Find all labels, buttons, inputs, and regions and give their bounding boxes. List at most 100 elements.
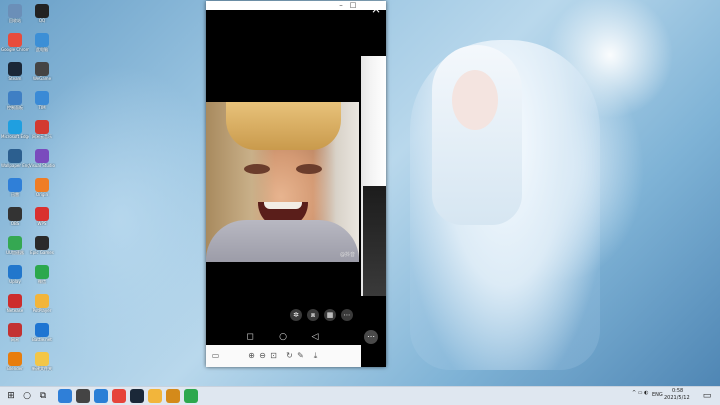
desktop-icon[interactable]: OBS bbox=[1, 207, 29, 226]
minimize-icon[interactable]: – bbox=[336, 1, 346, 10]
desktop-icon[interactable]: PotPlayer bbox=[28, 294, 56, 313]
desktop-icon-label: Visual Studio bbox=[29, 163, 55, 168]
recents-icon[interactable]: ◻ bbox=[244, 331, 256, 343]
close-icon[interactable]: × bbox=[369, 2, 383, 16]
desktop-icon[interactable]: Uplay bbox=[1, 265, 29, 284]
desktop-icon-label: Steam bbox=[8, 76, 22, 81]
app-icon bbox=[8, 4, 22, 18]
desktop-icon[interactable]: Microsoft Edge bbox=[1, 120, 29, 139]
rotate-icon[interactable]: ↻ bbox=[284, 350, 295, 361]
app-icon bbox=[8, 323, 22, 337]
fit-icon[interactable]: ⊡ bbox=[268, 350, 279, 361]
desktop-icon[interactable]: 迅雷 bbox=[1, 178, 29, 197]
app-icon bbox=[35, 120, 49, 134]
download-icon[interactable]: ⤓ bbox=[310, 350, 321, 361]
app-icon bbox=[8, 265, 22, 279]
bottom-toolbar: ▭ ⊕ ⊖ ⊡ ↻ ✎ ⤓ bbox=[206, 345, 361, 367]
window-titlebar[interactable]: – □ bbox=[206, 1, 386, 10]
desktop-icon-label: 此电脑 bbox=[36, 47, 48, 52]
maximize-icon[interactable]: □ bbox=[348, 1, 358, 10]
video-watermark: @抖音 bbox=[339, 252, 355, 258]
desktop-icon-label: Netease bbox=[6, 308, 24, 313]
desktop-icon[interactable]: TIM bbox=[28, 91, 56, 110]
desktop-icon[interactable]: 网易 bbox=[1, 323, 29, 342]
taskbar-app-icon[interactable] bbox=[184, 389, 198, 403]
app-icon bbox=[8, 236, 22, 250]
desktop-icon[interactable]: 此电脑 bbox=[28, 33, 56, 52]
desktop-icon-label: Origin bbox=[35, 192, 49, 197]
app-icon bbox=[35, 236, 49, 250]
desktop-icon-label: Wallpaper Engine bbox=[1, 163, 29, 168]
tray-icons[interactable]: ^ ▭ ◐ bbox=[632, 390, 648, 396]
desktop-icon[interactable]: Blender bbox=[1, 352, 29, 371]
task-view-icon[interactable]: ⧉ bbox=[36, 389, 50, 403]
desktop-icon-label: WPS bbox=[37, 221, 47, 226]
taskbar-app-icon[interactable] bbox=[130, 389, 144, 403]
phone-screen[interactable]: @抖音 bbox=[206, 10, 361, 345]
more-button[interactable]: ⋯ bbox=[364, 330, 378, 344]
tray-lang[interactable]: ENG bbox=[652, 392, 663, 398]
back-icon[interactable]: ◁ bbox=[309, 331, 321, 343]
desktop-icon-label: 控制面板 bbox=[7, 105, 23, 110]
app-icon bbox=[8, 120, 22, 134]
desktop-icon-label: Epic Games bbox=[30, 250, 54, 255]
taskbar-app-icon[interactable] bbox=[112, 389, 126, 403]
zoom-in-icon[interactable]: ⊕ bbox=[246, 350, 257, 361]
edit-icon[interactable]: ✎ bbox=[295, 350, 306, 361]
app-icon bbox=[35, 91, 49, 105]
desktop-icon[interactable]: Battle.net bbox=[28, 323, 56, 342]
app-icon bbox=[8, 294, 22, 308]
app-icon bbox=[35, 294, 49, 308]
app-icon bbox=[35, 352, 49, 366]
desktop-icon-label: 微信 bbox=[38, 279, 46, 284]
desktop-icon[interactable]: Wallpaper Engine bbox=[1, 149, 29, 168]
taskbar-app-icon[interactable] bbox=[94, 389, 108, 403]
app-icon bbox=[35, 178, 49, 192]
grid-icon[interactable]: ▦ bbox=[324, 309, 336, 321]
camera-icon[interactable]: ⧈ bbox=[307, 309, 319, 321]
desktop-icon[interactable]: WPS bbox=[28, 207, 56, 226]
desktop-icon-label: Microsoft Edge bbox=[1, 134, 29, 139]
desktop-icon-label: QQ bbox=[38, 18, 46, 23]
app-icon bbox=[8, 33, 22, 47]
notification-icon[interactable]: ▭ bbox=[700, 389, 714, 403]
desktop-icon[interactable]: Google Chrome bbox=[1, 33, 29, 52]
screen-icon[interactable]: ▭ bbox=[210, 350, 221, 361]
desktop-icon[interactable]: Epic Games bbox=[28, 236, 56, 255]
clock-date[interactable]: 2021/5/12 bbox=[664, 395, 690, 401]
desktop-icon-label: Uplay bbox=[9, 279, 21, 284]
settings-icon[interactable]: ✲ bbox=[290, 309, 302, 321]
desktop-icon[interactable]: 网易云音乐 bbox=[28, 120, 56, 139]
desktop-icon-label: UU加速器 bbox=[6, 250, 24, 255]
desktop-icon[interactable]: Netease bbox=[1, 294, 29, 313]
taskbar: ⊞ ○ ⧉ ^ ▭ ◐ ENG 0:58 2021/5/12 ▭ bbox=[0, 386, 720, 405]
taskbar-app-icon[interactable] bbox=[76, 389, 90, 403]
zoom-out-icon[interactable]: ⊖ bbox=[257, 350, 268, 361]
taskbar-app-icon[interactable] bbox=[166, 389, 180, 403]
desktop-icon-grid: 回收站 QQ Google Chrome 此电脑 Steam WeGame 控制面板 TIM M… bbox=[0, 0, 60, 386]
more-options-icon[interactable]: ⋯ bbox=[341, 309, 353, 321]
desktop-icon[interactable]: 微信 bbox=[28, 265, 56, 284]
taskbar-app-icon[interactable] bbox=[58, 389, 72, 403]
home-icon[interactable]: ○ bbox=[277, 331, 289, 343]
app-icon bbox=[35, 207, 49, 221]
desktop-icon[interactable]: 回收站 bbox=[1, 4, 29, 23]
desktop-icon[interactable]: 控制面板 bbox=[1, 91, 29, 110]
desktop-icon[interactable]: Origin bbox=[28, 178, 56, 197]
clock-time[interactable]: 0:58 bbox=[672, 388, 683, 394]
desktop-icon-label: 新建文件夹 bbox=[32, 366, 52, 371]
android-nav-bar: ◻ ○ ◁ bbox=[206, 329, 361, 345]
app-icon bbox=[35, 4, 49, 18]
start-icon[interactable]: ⊞ bbox=[4, 389, 18, 403]
app-icon bbox=[35, 62, 49, 76]
desktop-icon[interactable]: 新建文件夹 bbox=[28, 352, 56, 371]
video-frame[interactable]: @抖音 bbox=[206, 102, 359, 262]
desktop-icon[interactable]: Visual Studio bbox=[28, 149, 56, 168]
taskbar-app-icon[interactable] bbox=[148, 389, 162, 403]
search-icon[interactable]: ○ bbox=[20, 389, 34, 403]
desktop-icon[interactable]: QQ bbox=[28, 4, 56, 23]
desktop-icon[interactable]: Steam bbox=[1, 62, 29, 81]
app-icon bbox=[8, 91, 22, 105]
desktop-icon[interactable]: UU加速器 bbox=[1, 236, 29, 255]
desktop-icon[interactable]: WeGame bbox=[28, 62, 56, 81]
